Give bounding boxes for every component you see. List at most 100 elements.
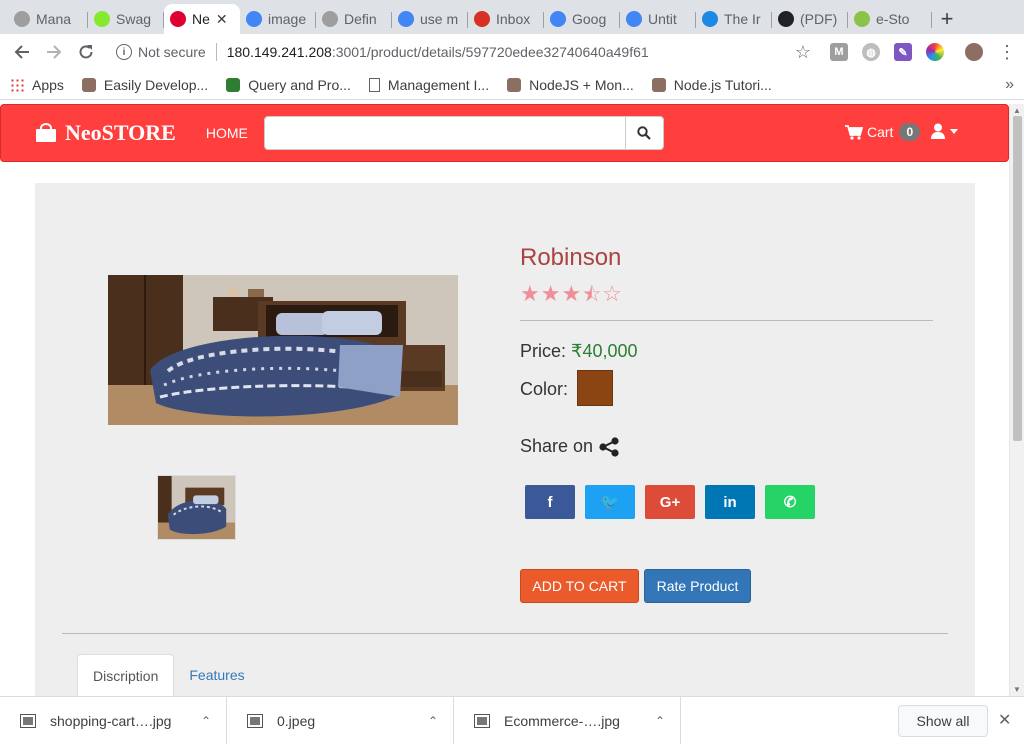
bookmark-item[interactable]: Query and Pro... bbox=[226, 77, 351, 93]
reload-button[interactable] bbox=[72, 38, 100, 66]
browser-tab[interactable]: Defin bbox=[316, 4, 392, 34]
close-icon[interactable]: ✕ bbox=[998, 710, 1011, 730]
shopping-bag-icon bbox=[36, 123, 56, 142]
product-main-image[interactable] bbox=[108, 275, 458, 425]
divider bbox=[62, 633, 948, 634]
bookmarks-overflow-icon[interactable]: » bbox=[1005, 76, 1014, 94]
star-full-icon: ★ bbox=[520, 281, 541, 306]
image-file-icon bbox=[474, 713, 490, 728]
profile-avatar-icon[interactable] bbox=[965, 43, 983, 61]
bookmark-label: Apps bbox=[32, 76, 64, 93]
chevron-up-icon[interactable]: ⌃ bbox=[421, 714, 445, 728]
academia-icon bbox=[778, 11, 794, 27]
browser-tab[interactable]: image bbox=[240, 4, 316, 34]
google-docs-icon bbox=[626, 11, 642, 27]
new-tab-button[interactable]: + bbox=[932, 4, 962, 34]
scrollbar-thumb[interactable] bbox=[1013, 116, 1022, 441]
tab-title: image bbox=[268, 11, 307, 27]
star-half-icon: ⯪ bbox=[582, 284, 603, 306]
browser-tab[interactable]: Untit bbox=[620, 4, 696, 34]
extension-globe-icon[interactable]: ◍ bbox=[862, 43, 880, 61]
bookmark-item[interactable]: Node.js Tutori... bbox=[651, 77, 772, 93]
download-item[interactable]: 0.jpeg ⌃ bbox=[227, 696, 454, 744]
tab-title: The Ir bbox=[724, 11, 761, 27]
tab-title: Inbox bbox=[496, 11, 531, 27]
page-icon bbox=[368, 77, 380, 92]
download-item[interactable]: shopping-cart….jpg ⌃ bbox=[0, 696, 227, 744]
browser-tab[interactable]: The Ir bbox=[696, 4, 772, 34]
back-button[interactable] bbox=[8, 38, 36, 66]
nav-home-link[interactable]: HOME bbox=[206, 125, 248, 141]
bookmark-item[interactable]: NodeJS + Mon... bbox=[507, 77, 634, 93]
browser-tab[interactable]: Inbox bbox=[468, 4, 544, 34]
tab-title: Untit bbox=[648, 11, 677, 27]
bookmark-label: NodeJS + Mon... bbox=[529, 76, 634, 93]
browser-tab[interactable]: use m bbox=[392, 4, 468, 34]
tab-features[interactable]: Features bbox=[174, 654, 259, 696]
bookmark-star-icon[interactable]: ☆ bbox=[795, 42, 811, 63]
add-to-cart-button[interactable]: ADD TO CART bbox=[520, 569, 639, 603]
twitter-icon: 🐦 bbox=[600, 494, 620, 511]
browser-tab[interactable]: (PDF) bbox=[772, 4, 848, 34]
cart-link[interactable]: Cart 0 bbox=[845, 123, 921, 141]
bookmark-item[interactable]: Management I... bbox=[368, 77, 489, 93]
browser-tab[interactable]: Swag bbox=[88, 4, 164, 34]
tab-description[interactable]: Discription bbox=[77, 654, 175, 696]
scroll-down-icon[interactable]: ▼ bbox=[1013, 685, 1021, 694]
price-value: ₹40,000 bbox=[571, 341, 638, 361]
arrow-left-icon bbox=[14, 45, 29, 59]
google-plus-icon: G+ bbox=[659, 493, 681, 511]
share-whatsapp-button[interactable]: ✆ bbox=[765, 485, 815, 519]
extension-colorpicker-icon[interactable]: ✎ bbox=[894, 43, 912, 61]
show-all-button[interactable]: Show all bbox=[898, 705, 988, 737]
price-label: Price: bbox=[520, 341, 567, 361]
forward-button[interactable] bbox=[40, 38, 68, 66]
color-swatch[interactable] bbox=[577, 370, 613, 406]
chevron-up-icon[interactable]: ⌃ bbox=[194, 714, 218, 728]
tab-title: Mana bbox=[36, 11, 72, 27]
share-twitter-button[interactable]: 🐦 bbox=[585, 485, 635, 519]
caret-down-icon bbox=[950, 128, 958, 134]
tab-title: e-Sto bbox=[876, 11, 910, 27]
browser-tab-strip: Mana Swag Ne ✕ image Defin use m Inbox Goog Untit… bbox=[0, 0, 1024, 34]
security-label: Not secure bbox=[138, 44, 206, 60]
document-icon bbox=[14, 11, 30, 27]
browser-tab[interactable]: Ne ✕ bbox=[164, 4, 240, 34]
bookmark-item[interactable]: Apps bbox=[10, 77, 64, 93]
browser-tab[interactable]: Mana bbox=[8, 4, 88, 34]
download-item[interactable]: Ecommerce-….jpg ⌃ bbox=[454, 696, 681, 744]
extension-color-wheel-icon[interactable] bbox=[926, 43, 944, 61]
chevron-up-icon[interactable]: ⌃ bbox=[648, 714, 672, 728]
address-bar[interactable]: i Not secure 180.149.241.208:3001/produc… bbox=[108, 38, 787, 66]
product-price: Price: ₹40,000 bbox=[520, 341, 638, 362]
gmail-icon bbox=[474, 11, 490, 27]
bookmark-icon bbox=[507, 77, 522, 92]
extension-m-icon[interactable]: M bbox=[830, 43, 848, 61]
tab-title: (PDF) bbox=[800, 11, 838, 27]
search-input[interactable] bbox=[263, 116, 626, 150]
page-scrollbar[interactable]: ▲ ▼ bbox=[1009, 104, 1024, 696]
browser-tab[interactable]: e-Sto bbox=[848, 4, 932, 34]
divider bbox=[215, 43, 217, 61]
product-thumbnail[interactable] bbox=[157, 475, 236, 540]
scroll-up-icon[interactable]: ▲ bbox=[1013, 106, 1021, 115]
tab-title: Ne bbox=[192, 11, 210, 27]
bookmark-item[interactable]: Easily Develop... bbox=[81, 77, 208, 93]
tab-close-icon[interactable]: ✕ bbox=[216, 11, 228, 28]
browser-tab[interactable]: Goog bbox=[544, 4, 620, 34]
user-icon bbox=[931, 123, 945, 139]
brand-logo[interactable]: NeoSTORE bbox=[35, 120, 176, 146]
rate-product-button[interactable]: Rate Product bbox=[644, 569, 751, 603]
browser-menu-icon[interactable]: ⋮ bbox=[998, 42, 1016, 63]
info-icon[interactable]: i bbox=[116, 44, 132, 60]
share-linkedin-button[interactable]: in bbox=[705, 485, 755, 519]
search-button[interactable] bbox=[625, 116, 664, 150]
user-menu[interactable] bbox=[931, 123, 958, 139]
search-icon bbox=[637, 126, 652, 140]
tab-separator bbox=[931, 12, 932, 28]
bookmark-icon bbox=[651, 77, 666, 92]
image-file-icon bbox=[20, 713, 36, 728]
share-google-plus-button[interactable]: G+ bbox=[645, 485, 695, 519]
share-facebook-button[interactable]: f bbox=[525, 485, 575, 519]
cart-icon bbox=[845, 124, 863, 140]
